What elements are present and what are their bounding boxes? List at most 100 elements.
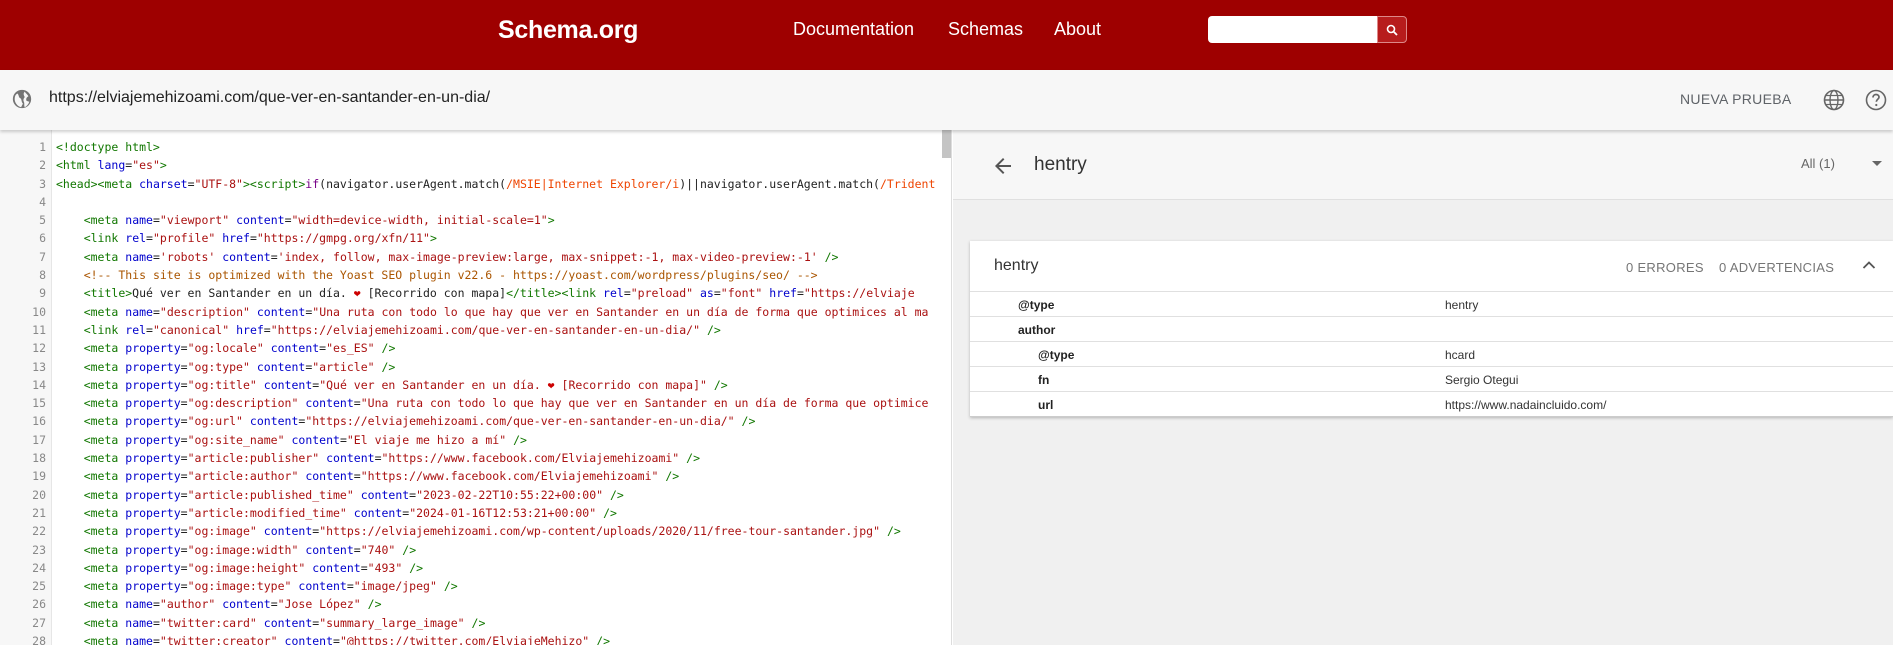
code-line: 2 <html lang="es"> xyxy=(0,156,951,174)
code-editor[interactable]: 1 <!doctype html> 2 <html lang="es"> 3 <head>… xyxy=(0,130,952,645)
line-number: 16 xyxy=(32,414,46,429)
line-code: <meta property="og:description" content=… xyxy=(83,396,929,411)
line-code: <link rel="canonical" href="https://elvi… xyxy=(83,322,721,337)
code-line: 27 <meta name="twitter:card" content="su… xyxy=(0,614,951,632)
line-code: <!doctype html> xyxy=(56,140,160,154)
code-line: 12 <meta property="og:locale" content="e… xyxy=(0,339,951,357)
warning-count: 0 ADVERTENCIAS xyxy=(1719,260,1835,275)
code-lines: 1 <!doctype html> 2 <html lang="es"> 3 <head>… xyxy=(0,138,951,645)
line-code: <meta property="article:published_time" … xyxy=(83,487,624,502)
property-row: @type hcard xyxy=(970,341,1893,366)
line-number: 8 xyxy=(39,268,46,283)
line-code: <head><meta charset="UTF-8"><script>if(n… xyxy=(56,176,936,191)
line-number: 10 xyxy=(32,304,46,319)
line-number: 25 xyxy=(32,579,46,594)
code-line: 20 <meta property="article:published_tim… xyxy=(0,486,951,504)
schema-logo[interactable]: Schema.org xyxy=(498,16,638,45)
line-code: <meta property="og:site_name" content="E… xyxy=(83,432,527,447)
dropdown-caret-icon xyxy=(1872,161,1882,166)
line-number: 17 xyxy=(32,432,46,447)
line-number: 24 xyxy=(32,560,46,575)
result-card-header[interactable]: hentry 0 ERRORES 0 ADVERTENCIAS xyxy=(970,241,1893,291)
code-line: 1 <!doctype html> xyxy=(0,138,951,156)
result-card-title: hentry xyxy=(994,257,1039,274)
code-line: 18 <meta property="article:publisher" co… xyxy=(0,449,951,467)
property-row: fn Sergio Otegui xyxy=(970,366,1893,391)
line-code: <meta name="description" content="Una ru… xyxy=(83,304,929,319)
code-line: 28 <meta name="twitter:creator" content=… xyxy=(0,632,951,645)
line-number: 14 xyxy=(32,377,46,392)
code-line: 15 <meta property="og:description" conte… xyxy=(0,394,951,412)
code-line: 10 <meta name="description" content="Una… xyxy=(0,303,951,321)
top-navbar: Schema.org Documentation Schemas About xyxy=(0,0,1893,70)
line-number: 2 xyxy=(39,158,46,173)
property-key: fn xyxy=(1038,373,1050,387)
line-code: <meta name='robots' content='index, foll… xyxy=(83,249,839,264)
line-number: 23 xyxy=(32,542,46,557)
property-row: url https://www.nadaincluido.com/ xyxy=(970,391,1893,416)
code-line: 19 <meta property="article:author" conte… xyxy=(0,467,951,485)
search-icon xyxy=(1386,24,1398,36)
tested-url[interactable]: https://elviajemehizoami.com/que-ver-en-… xyxy=(49,89,490,107)
line-number: 5 xyxy=(39,213,46,228)
line-number: 19 xyxy=(32,469,46,484)
line-code: <meta property="og:image" content="https… xyxy=(83,524,901,539)
line-code: <title>Qué ver en Santander en un día. ❤… xyxy=(83,286,915,301)
results-panel: hentry All (1) hentry 0 ERRORES 0 ADVERT… xyxy=(953,130,1893,645)
code-line: 13 <meta property="og:type" content="art… xyxy=(0,358,951,376)
line-number: 15 xyxy=(32,396,46,411)
language-icon[interactable] xyxy=(1822,88,1846,112)
code-line: 8 <!-- This site is optimized with the Y… xyxy=(0,266,951,284)
search-button[interactable] xyxy=(1377,16,1407,43)
line-code: <meta name="twitter:card" content="summa… xyxy=(83,615,486,630)
results-title: hentry xyxy=(1034,154,1087,175)
back-arrow-icon[interactable] xyxy=(991,154,1015,178)
line-number: 1 xyxy=(39,140,46,154)
chevron-up-icon[interactable] xyxy=(1861,257,1877,273)
line-code: <meta name="viewport" content="width=dev… xyxy=(83,213,555,228)
line-code: <meta property="article:modified_time" c… xyxy=(83,505,617,520)
line-number: 26 xyxy=(32,597,46,612)
line-code: <!-- This site is optimized with the Yoa… xyxy=(83,268,818,283)
help-icon[interactable] xyxy=(1864,88,1888,112)
line-number: 12 xyxy=(32,341,46,356)
line-code: <meta name="author" content="Jose López"… xyxy=(83,597,382,612)
line-number: 13 xyxy=(32,359,46,374)
property-table: @type hentry author @type hcard fn Sergio Oteg… xyxy=(970,291,1893,416)
results-filter-dropdown[interactable]: All (1) xyxy=(1787,130,1893,180)
search-input[interactable] xyxy=(1208,16,1378,43)
property-value: hentry xyxy=(1445,298,1479,312)
line-code: <html lang="es"> xyxy=(56,158,167,173)
line-code: <meta property="og:url" content="https:/… xyxy=(83,414,756,429)
card-divider xyxy=(970,416,1893,417)
line-code: <meta property="og:title" content="Qué v… xyxy=(83,377,728,392)
line-number: 21 xyxy=(32,505,46,520)
line-code: <link rel="profile" href="https://gmpg.o… xyxy=(83,231,437,246)
globe-icon xyxy=(12,89,32,109)
property-key: @type xyxy=(1018,298,1055,312)
line-number: 22 xyxy=(32,524,46,539)
code-line: 9 <title>Qué ver en Santander en un día.… xyxy=(0,284,951,302)
code-line: 6 <link rel="profile" href="https://gmpg… xyxy=(0,229,951,247)
property-row: author xyxy=(970,316,1893,341)
error-count: 0 ERRORES xyxy=(1626,260,1704,275)
editor-scrollbar[interactable] xyxy=(942,130,951,158)
code-line: 3 <head><meta charset="UTF-8"><script>if(… xyxy=(0,175,951,193)
code-line: 23 <meta property="og:image:width" conte… xyxy=(0,541,951,559)
line-number: 7 xyxy=(39,249,46,264)
new-test-button[interactable]: NUEVA PRUEBA xyxy=(1680,91,1792,107)
line-number: 11 xyxy=(32,322,46,337)
property-value: Sergio Otegui xyxy=(1445,373,1519,387)
result-card: hentry 0 ERRORES 0 ADVERTENCIAS @type hen… xyxy=(970,241,1893,417)
line-number: 27 xyxy=(32,615,46,630)
property-value: hcard xyxy=(1445,348,1476,362)
line-number: 4 xyxy=(39,194,46,209)
property-row: @type hentry xyxy=(970,291,1893,316)
code-line: 26 <meta name="author" content="Jose Lóp… xyxy=(0,595,951,613)
property-key: url xyxy=(1038,398,1054,412)
nav-schemas[interactable]: Schemas xyxy=(948,19,1023,40)
code-line: 14 <meta property="og:title" content="Qu… xyxy=(0,376,951,394)
nav-about[interactable]: About xyxy=(1054,19,1101,40)
nav-documentation[interactable]: Documentation xyxy=(793,19,914,40)
line-code: <meta property="og:image:type" content="… xyxy=(83,579,458,594)
